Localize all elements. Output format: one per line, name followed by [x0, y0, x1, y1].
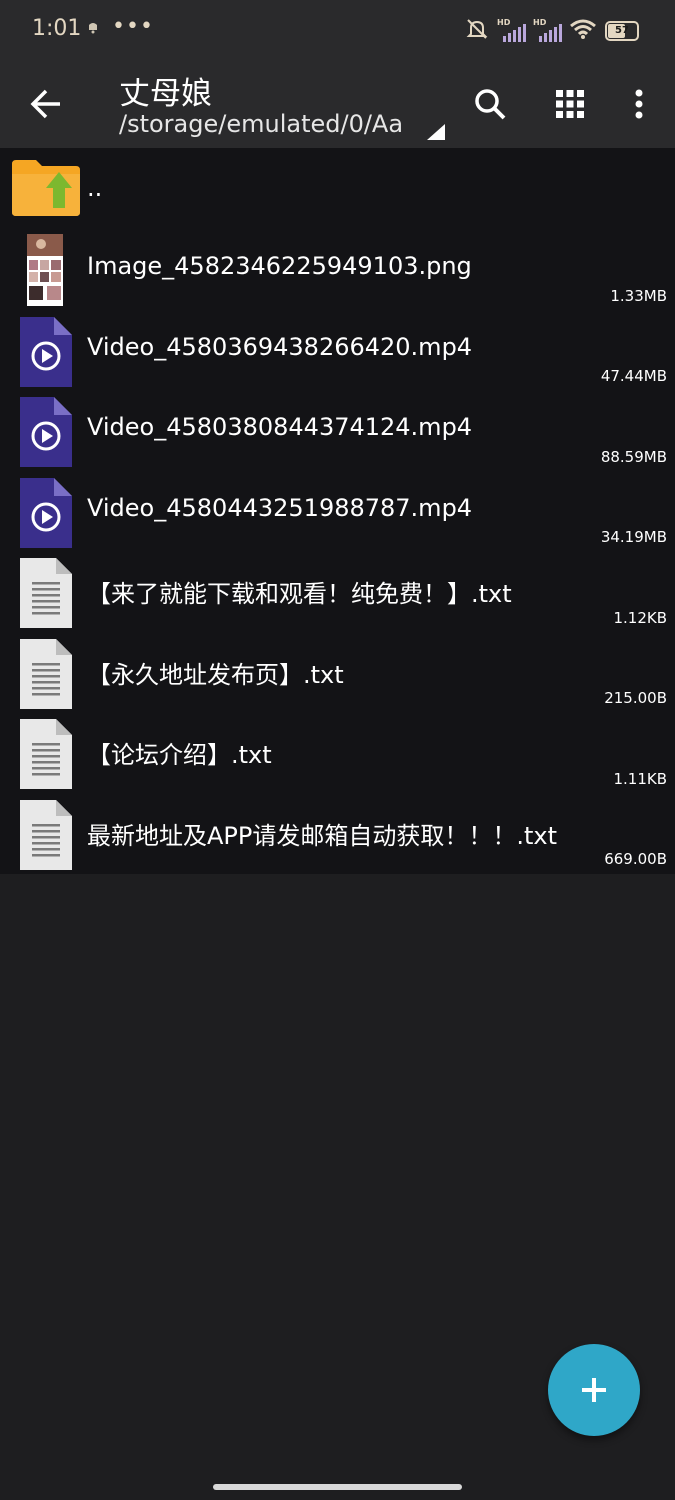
- more-vert-icon[interactable]: [617, 82, 661, 126]
- text-file-icon: [20, 719, 72, 793]
- more-notifications-icon: •••: [112, 14, 154, 39]
- file-name: 【来了就能下载和观看！纯免费！】.txt: [87, 580, 512, 608]
- file-size: 1.33MB: [610, 286, 667, 305]
- list-item[interactable]: 【永久地址发布页】.txt 215.00B: [0, 633, 675, 714]
- grid-view-icon[interactable]: [548, 82, 592, 126]
- plus-icon: [582, 1378, 606, 1402]
- file-list: .. Image_4582346225949103.png 1.33MB Vid…: [0, 148, 675, 874]
- file-name: Video_4580369438266420.mp4: [87, 332, 473, 361]
- file-name: ..: [87, 174, 103, 202]
- list-item[interactable]: 【论坛介绍】.txt 1.11KB: [0, 713, 675, 794]
- file-name: 【论坛介绍】.txt: [87, 741, 272, 769]
- file-name: 最新地址及APP请发邮箱自动获取！！！.txt: [87, 821, 558, 850]
- file-name: Image_4582346225949103.png: [87, 252, 472, 280]
- video-file-icon: [20, 316, 72, 391]
- signal-icon: HD: [533, 18, 562, 42]
- file-name: Video_4580443251988787.mp4: [87, 493, 473, 522]
- list-item[interactable]: Video_4580369438266420.mp4 47.44MB: [0, 311, 675, 392]
- text-file-icon: [20, 799, 72, 874]
- list-item[interactable]: 最新地址及APP请发邮箱自动获取！！！.txt 669.00B: [0, 794, 675, 875]
- status-icons: HD HD 57: [465, 18, 639, 44]
- file-name: 【永久地址发布页】.txt: [87, 660, 344, 689]
- text-file-icon: [20, 558, 72, 632]
- mute-bell-icon: [465, 17, 489, 45]
- back-arrow-icon[interactable]: [22, 82, 70, 126]
- video-file-icon: [20, 397, 72, 471]
- wifi-icon: [569, 18, 597, 44]
- video-file-icon: [20, 477, 72, 552]
- file-size: 1.11KB: [613, 769, 667, 788]
- app-bar: 丈母娘 /storage/emulated/0/Aa: [0, 60, 675, 148]
- path-dropdown-icon[interactable]: [427, 124, 445, 140]
- file-name: Video_4580380844374124.mp4: [87, 413, 473, 441]
- folder-up-icon: [10, 158, 82, 220]
- image-thumbnail-icon: [27, 234, 63, 310]
- file-size: 215.00B: [604, 689, 667, 707]
- file-size: 1.12KB: [613, 608, 667, 627]
- file-size: 669.00B: [604, 850, 667, 868]
- file-size: 47.44MB: [600, 367, 667, 385]
- search-icon[interactable]: [468, 82, 512, 126]
- app-notification-icon: [86, 20, 100, 38]
- file-size: 34.19MB: [600, 528, 667, 546]
- list-item[interactable]: Video_4580443251988787.mp4 34.19MB: [0, 472, 675, 553]
- file-size: 88.59MB: [600, 447, 667, 466]
- list-item[interactable]: Video_4580380844374124.mp4 88.59MB: [0, 391, 675, 472]
- text-file-icon: [20, 638, 72, 713]
- list-item-parent-folder[interactable]: ..: [0, 148, 675, 230]
- list-item[interactable]: Image_4582346225949103.png 1.33MB: [0, 230, 675, 311]
- breadcrumb-path[interactable]: /storage/emulated/0/Aa: [119, 110, 403, 138]
- signal-icon: HD: [497, 18, 526, 42]
- battery-icon: 57: [605, 21, 639, 41]
- status-bar: 1:01 ••• HD HD 57: [0, 0, 675, 60]
- page-title: 丈母娘: [119, 76, 212, 112]
- add-button[interactable]: [548, 1344, 640, 1436]
- list-item[interactable]: 【来了就能下载和观看！纯免费！】.txt 1.12KB: [0, 552, 675, 633]
- home-indicator[interactable]: [213, 1484, 462, 1490]
- status-time: 1:01: [32, 16, 82, 41]
